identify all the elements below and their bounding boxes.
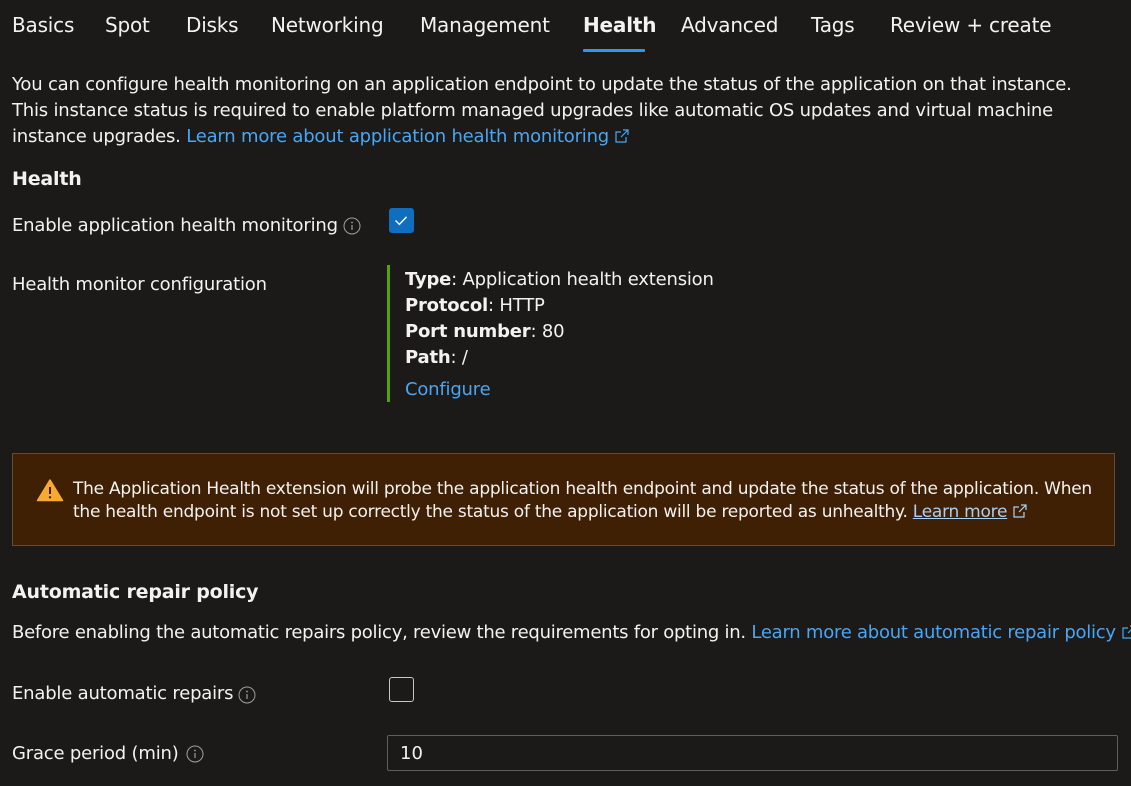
tab-health[interactable]: Health	[583, 13, 656, 37]
enable-health-monitoring-checkbox[interactable]	[389, 208, 414, 233]
info-icon[interactable]	[343, 217, 361, 235]
warning-message-bar: The Application Health extension will pr…	[12, 453, 1115, 546]
warning-text-container: The Application Health extension will pr…	[73, 478, 1103, 524]
tab-spot[interactable]: Spot	[105, 13, 150, 37]
repair-description-text: Before enabling the automatic repairs po…	[12, 622, 746, 643]
config-type-row: Type: Application health extension	[405, 269, 714, 290]
config-protocol-key: Protocol	[405, 295, 489, 316]
repair-description: Before enabling the automatic repairs po…	[12, 622, 1131, 643]
tab-management[interactable]: Management	[420, 13, 550, 37]
checkmark-icon	[394, 216, 408, 226]
health-monitor-config-summary: Type: Application health extension Proto…	[387, 265, 790, 402]
health-monitoring-link-label: Learn more about application health moni…	[186, 126, 610, 147]
config-port-row: Port number: 80	[405, 321, 565, 342]
config-protocol-value: : HTTP	[488, 295, 545, 316]
tab-bar: Basics Spot Disks Networking Management …	[0, 0, 1131, 56]
active-tab-indicator	[583, 49, 645, 52]
info-icon[interactable]	[238, 686, 256, 704]
repair-section-title: Automatic repair policy	[12, 581, 259, 603]
config-port-key: Port number	[405, 321, 531, 342]
intro-paragraph: You can configure health monitoring on a…	[12, 72, 1112, 150]
config-type-key: Type	[405, 269, 452, 290]
config-path-row: Path: /	[405, 347, 468, 368]
tab-review-create[interactable]: Review + create	[890, 13, 1052, 37]
external-link-icon	[1122, 625, 1131, 639]
configure-link[interactable]: Configure	[405, 379, 491, 400]
external-link-icon	[1013, 504, 1027, 518]
grace-period-input[interactable]	[387, 735, 1118, 771]
tab-disks[interactable]: Disks	[186, 13, 239, 37]
enable-automatic-repairs-label: Enable automatic repairs	[12, 683, 234, 704]
tab-basics[interactable]: Basics	[12, 13, 74, 37]
tab-advanced[interactable]: Advanced	[681, 13, 778, 37]
config-path-value: : /	[450, 347, 468, 368]
config-type-value: : Application health extension	[451, 269, 714, 290]
warning-icon	[36, 479, 64, 502]
external-link-icon	[615, 129, 629, 143]
health-monitor-configuration-label: Health monitor configuration	[12, 274, 267, 295]
config-path-key: Path	[405, 347, 451, 368]
health-monitoring-learn-more-link[interactable]: Learn more about application health moni…	[186, 126, 629, 147]
tab-tags[interactable]: Tags	[811, 13, 855, 37]
enable-health-monitoring-label: Enable application health monitoring	[12, 215, 338, 236]
health-section-title: Health	[12, 168, 82, 190]
config-protocol-row: Protocol: HTTP	[405, 295, 545, 316]
grace-period-label: Grace period (min)	[12, 743, 179, 764]
repair-policy-link-label: Learn more about automatic repair policy	[751, 622, 1116, 643]
enable-automatic-repairs-checkbox[interactable]	[389, 677, 414, 702]
tab-networking[interactable]: Networking	[271, 13, 384, 37]
config-port-value: : 80	[530, 321, 565, 342]
info-icon[interactable]	[186, 745, 204, 763]
warning-learn-more-link[interactable]: Learn more	[913, 502, 1008, 522]
repair-policy-learn-more-link[interactable]: Learn more about automatic repair policy	[751, 622, 1131, 643]
